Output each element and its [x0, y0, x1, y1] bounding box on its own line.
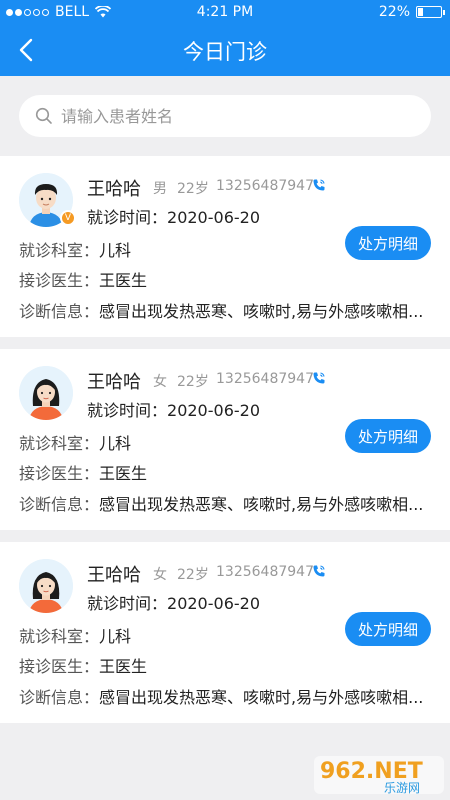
- patient-gender: 女: [153, 374, 167, 390]
- diagnosis-row: 诊断信息：感冒出现发热恶寒、咳嗽时,易与外感咳嗽相...: [19, 298, 433, 322]
- diagnosis-label: 诊断信息：: [19, 302, 100, 321]
- visit-time-label: 就诊时间：: [87, 208, 168, 227]
- diagnosis-value: 感冒出现发热恶寒、咳嗽时,易与外感咳嗽相...: [99, 495, 424, 514]
- doctor-label: 接诊医生：: [19, 657, 100, 676]
- diagnosis-label: 诊断信息：: [19, 688, 100, 707]
- doctor-value: 王医生: [99, 464, 148, 483]
- patient-card[interactable]: 王哈哈 女 22岁 13256487947 就诊时间：2020-06-20 就诊…: [0, 542, 450, 723]
- doctor-label: 接诊医生：: [19, 271, 100, 290]
- search-area: [0, 76, 450, 156]
- patient-age: 22岁: [177, 181, 209, 197]
- patient-phone: 13256487947: [216, 564, 314, 580]
- patient-card[interactable]: 王哈哈 女 22岁 13256487947 就诊时间：2020-06-20 就诊…: [0, 349, 450, 530]
- search-input[interactable]: [61, 106, 401, 126]
- phone-icon[interactable]: [312, 178, 326, 192]
- dept-label: 就诊科室：: [19, 627, 100, 646]
- diagnosis-value: 感冒出现发热恶寒、咳嗽时,易与外感咳嗽相...: [99, 688, 424, 707]
- patient-age: 22岁: [177, 567, 209, 583]
- patient-name: 王哈哈: [87, 179, 141, 200]
- status-bar: BELL 4:21 PM 22%: [0, 0, 450, 24]
- visit-time-label: 就诊时间：: [87, 401, 168, 420]
- patient-name: 王哈哈: [87, 565, 141, 586]
- dept-row: 就诊科室：儿科: [19, 623, 131, 647]
- visit-time: 就诊时间：2020-06-20: [87, 590, 260, 614]
- phone-icon[interactable]: [312, 564, 326, 578]
- dept-row: 就诊科室：儿科: [19, 237, 131, 261]
- patient-gender: 男: [153, 181, 167, 197]
- patient-card[interactable]: V 王哈哈 男 22岁 13256487947 就诊时间：2020-06-20 …: [0, 156, 450, 337]
- battery-icon: [416, 6, 445, 18]
- doctor-row: 接诊医生：王医生: [19, 267, 147, 291]
- phone-icon[interactable]: [312, 371, 326, 385]
- search-bar[interactable]: [19, 95, 431, 137]
- patient-gender: 女: [153, 567, 167, 583]
- visit-time-value: 2020-06-20: [167, 401, 260, 420]
- diagnosis-row: 诊断信息：感冒出现发热恶寒、咳嗽时,易与外感咳嗽相...: [19, 491, 433, 515]
- doctor-label: 接诊医生：: [19, 464, 100, 483]
- nav-bar: 今日门诊: [0, 24, 450, 76]
- doctor-value: 王医生: [99, 271, 148, 290]
- visit-time: 就诊时间：2020-06-20: [87, 397, 260, 421]
- dept-label: 就诊科室：: [19, 241, 100, 260]
- doctor-row: 接诊医生：王医生: [19, 653, 147, 677]
- patient-phone: 13256487947: [216, 371, 314, 387]
- patient-phone: 13256487947: [216, 178, 314, 194]
- dept-label: 就诊科室：: [19, 434, 100, 453]
- search-icon: [35, 107, 53, 125]
- prescription-detail-button[interactable]: 处方明细: [345, 226, 431, 260]
- patient-age: 22岁: [177, 374, 209, 390]
- battery-percent: 22%: [378, 4, 410, 20]
- dept-value: 儿科: [99, 434, 132, 453]
- patient-name: 王哈哈: [87, 372, 141, 393]
- visit-time: 就诊时间：2020-06-20: [87, 204, 260, 228]
- dept-value: 儿科: [99, 627, 132, 646]
- page-title: 今日门诊: [183, 40, 267, 64]
- dept-value: 儿科: [99, 241, 132, 260]
- visit-time-value: 2020-06-20: [167, 208, 260, 227]
- vip-badge: V: [60, 210, 76, 226]
- visit-time-value: 2020-06-20: [167, 594, 260, 613]
- svg-text:乐游网: 乐游网: [384, 781, 420, 795]
- avatar: V: [19, 173, 76, 227]
- prescription-detail-button[interactable]: 处方明细: [345, 419, 431, 453]
- diagnosis-label: 诊断信息：: [19, 495, 100, 514]
- avatar: [19, 559, 73, 613]
- prescription-detail-button[interactable]: 处方明细: [345, 612, 431, 646]
- dept-row: 就诊科室：儿科: [19, 430, 131, 454]
- watermark-logo: 962.NET 乐游网: [314, 756, 444, 795]
- status-right: 22%: [378, 4, 445, 20]
- doctor-value: 王医生: [99, 657, 148, 676]
- avatar: [19, 366, 73, 420]
- diagnosis-value: 感冒出现发热恶寒、咳嗽时,易与外感咳嗽相...: [99, 302, 424, 321]
- visit-time-label: 就诊时间：: [87, 594, 168, 613]
- diagnosis-row: 诊断信息：感冒出现发热恶寒、咳嗽时,易与外感咳嗽相...: [19, 684, 433, 708]
- doctor-row: 接诊医生：王医生: [19, 460, 147, 484]
